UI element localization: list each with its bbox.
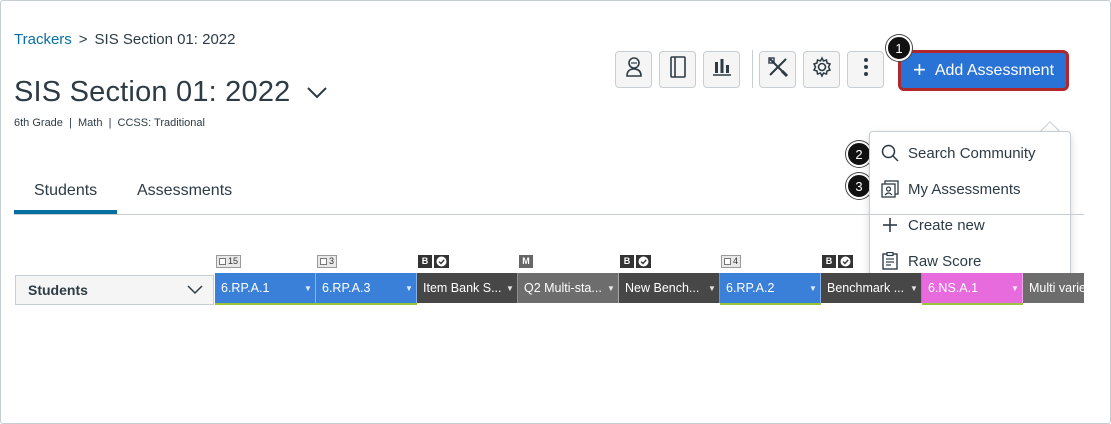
assessment-type-tag: M — [519, 254, 533, 268]
assessment-type-tag: B — [418, 254, 449, 268]
toolbar — [615, 50, 891, 88]
assessment-column-label: 6.RP.A.1 — [221, 281, 270, 295]
assessment-column: B New Bench... ▼ — [619, 253, 720, 305]
assessment-column-header[interactable]: Item Bank S... ▼ — [417, 273, 518, 303]
benchmark-badge: B — [822, 254, 836, 268]
assessment-column-header[interactable]: Q2 Multi-sta... ▼ — [518, 273, 619, 303]
column-status-strip — [922, 303, 1023, 305]
standard-count-value: 3 — [329, 256, 335, 266]
verified-check-icon — [636, 254, 651, 268]
assessment-column: 6.NS.A.1 ▼ — [922, 253, 1023, 305]
callout-badge-1: 1 — [886, 35, 912, 61]
plus-icon — [880, 215, 900, 235]
tab-assessments[interactable]: Assessments — [137, 182, 232, 200]
column-status-strip — [720, 303, 821, 305]
column-dropdown-icon[interactable]: ▼ — [402, 284, 416, 293]
kebab-menu-icon — [863, 57, 869, 82]
assessment-column-label: Multi varie — [1029, 281, 1084, 295]
standard-count-badge: 4 — [721, 254, 742, 268]
column-dropdown-icon[interactable]: ▼ — [301, 284, 315, 293]
tools-button[interactable] — [759, 50, 796, 88]
assessment-column-header[interactable]: 6.RP.A.2 ▼ — [720, 273, 821, 303]
add-assessment-label: Add Assessment — [934, 61, 1055, 79]
assessment-column: M Q2 Multi-sta... ▼ — [518, 253, 619, 305]
assessment-column: 3 6.RP.A.3 ▼ — [316, 253, 417, 305]
notebook-button[interactable] — [659, 50, 696, 88]
tracker-grid: Students 15 6.RP.A.1 ▼ 3 6.RP.A.3 ▼ B Item Bank… — [14, 253, 1084, 305]
assessment-column-header[interactable]: Benchmark ... ▼ — [821, 273, 922, 303]
search-icon — [880, 143, 900, 163]
standard-count-value: 4 — [733, 256, 739, 266]
tab-bar: Students Assessments — [14, 170, 1084, 215]
column-dropdown-icon[interactable]: ▼ — [503, 284, 517, 293]
add-assessment-button[interactable]: + Add Assessment — [898, 50, 1069, 91]
breadcrumb: Trackers > SIS Section 01: 2022 — [14, 31, 235, 48]
reports-button[interactable] — [703, 50, 740, 88]
assessment-column-label: 6.RP.A.2 — [726, 281, 775, 295]
menu-item-label: Create new — [908, 216, 985, 234]
assessment-column-header[interactable]: 6.NS.A.1 ▼ — [922, 273, 1023, 303]
bar-chart-icon — [712, 58, 732, 81]
column-status-strip — [215, 303, 316, 305]
assessment-column: B Benchmark ... ▼ — [821, 253, 922, 305]
assessment-column-label: Q2 Multi-sta... — [524, 281, 602, 295]
title-row: SIS Section 01: 2022 — [14, 76, 328, 109]
tab-students[interactable]: Students — [34, 182, 97, 200]
assessment-column-header[interactable]: Multi varie — [1023, 273, 1084, 303]
assessment-column-header[interactable]: 6.RP.A.1 ▼ — [215, 273, 316, 303]
column-dropdown-icon[interactable]: ▼ — [907, 284, 921, 293]
chevron-down-icon[interactable] — [187, 282, 203, 298]
assessment-column: 4 6.RP.A.2 ▼ — [720, 253, 821, 305]
assessment-type-tag: 4 — [721, 254, 742, 268]
gear-icon — [811, 55, 833, 83]
student-view-icon — [624, 56, 644, 83]
assessment-column-label: Benchmark ... — [827, 281, 905, 295]
assessment-type-tag: 3 — [317, 254, 338, 268]
breadcrumb-separator: > — [78, 31, 88, 48]
menu-item-search-community[interactable]: Search Community — [880, 142, 1036, 164]
assessment-column: Multi varie — [1023, 253, 1084, 305]
assessment-column-label: Item Bank S... — [423, 281, 502, 295]
assessment-type-tag: B — [620, 254, 651, 268]
page-subtitle: 6th Grade | Math | CCSS: Traditional — [14, 117, 205, 129]
breadcrumb-trackers-link[interactable]: Trackers — [14, 31, 72, 48]
benchmark-badge: B — [620, 254, 634, 268]
page-title: SIS Section 01: 2022 — [14, 76, 291, 108]
verified-check-icon — [838, 254, 853, 268]
settings-button[interactable] — [803, 50, 840, 88]
plus-icon: + — [912, 56, 926, 82]
assessment-column-label: New Bench... — [625, 281, 700, 295]
notebook-icon — [669, 55, 687, 83]
assessment-column-label: 6.RP.A.3 — [322, 281, 371, 295]
column-dropdown-icon[interactable]: ▼ — [705, 284, 719, 293]
breadcrumb-current: SIS Section 01: 2022 — [94, 31, 236, 48]
toolbar-divider — [752, 50, 753, 88]
assessment-column: 15 6.RP.A.1 ▼ — [215, 253, 316, 305]
students-column-header[interactable]: Students — [15, 275, 214, 305]
standard-count-badge: 3 — [317, 254, 338, 268]
active-tab-indicator — [14, 210, 117, 214]
student-view-button[interactable] — [615, 50, 652, 88]
assessment-column-header[interactable]: 6.RP.A.3 ▼ — [316, 273, 417, 303]
benchmark-badge: B — [418, 254, 432, 268]
tools-icon — [767, 56, 789, 83]
chevron-down-icon[interactable] — [306, 82, 328, 104]
standard-count-badge: 15 — [216, 254, 242, 268]
column-status-strip — [316, 303, 417, 305]
assessment-column-header[interactable]: New Bench... ▼ — [619, 273, 720, 303]
more-options-button[interactable] — [847, 50, 884, 88]
column-dropdown-icon[interactable]: ▼ — [604, 284, 618, 293]
multi-stage-badge: M — [519, 254, 533, 268]
assessment-column-label: 6.NS.A.1 — [928, 281, 979, 295]
assessment-type-tag: B — [822, 254, 853, 268]
menu-item-create-new[interactable]: Create new — [880, 214, 985, 236]
verified-check-icon — [434, 254, 449, 268]
column-dropdown-icon[interactable]: ▼ — [1008, 284, 1022, 293]
standard-count-value: 15 — [228, 256, 239, 266]
assessment-type-tag: 15 — [216, 254, 242, 268]
assessment-column: B Item Bank S... ▼ — [417, 253, 518, 305]
students-header-label: Students — [28, 282, 88, 298]
menu-item-label: Search Community — [908, 144, 1036, 162]
column-dropdown-icon[interactable]: ▼ — [806, 284, 820, 293]
